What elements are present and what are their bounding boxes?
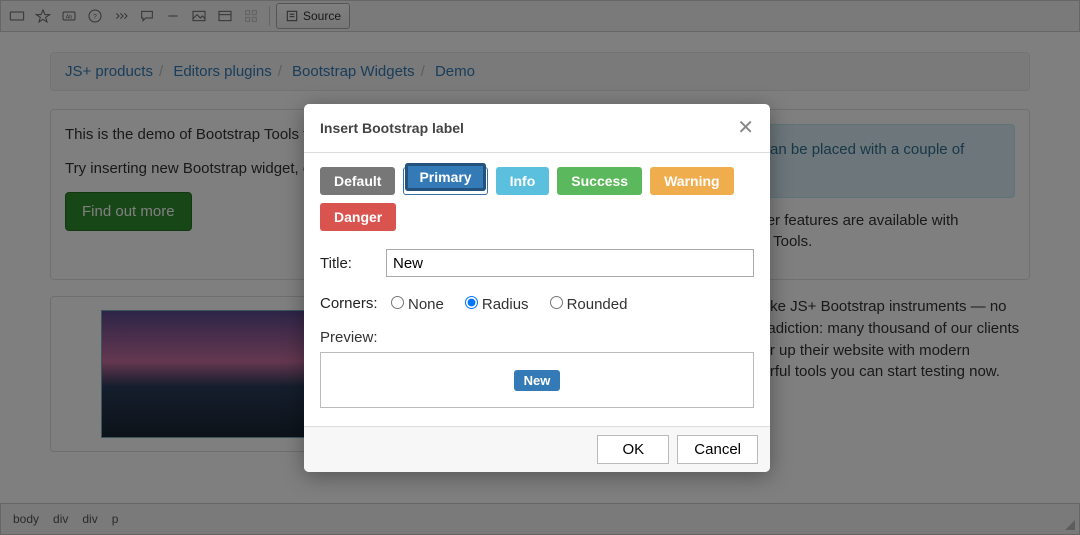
preview-badge: New (514, 370, 561, 391)
cancel-button[interactable]: Cancel (677, 435, 758, 464)
preview-label: Preview: (320, 329, 754, 346)
style-picker: Default Primary Info Success Warning Dan… (320, 167, 754, 231)
style-option-success[interactable]: Success (557, 167, 642, 195)
corner-option-rounded[interactable]: Rounded (545, 293, 628, 313)
title-input[interactable] (386, 249, 754, 277)
dialog-footer: OK Cancel (304, 426, 770, 472)
corners-row: Corners: None Radius Rounded (320, 293, 754, 313)
style-option-danger[interactable]: Danger (320, 203, 396, 231)
style-option-warning[interactable]: Warning (650, 167, 733, 195)
corner-option-radius[interactable]: Radius (460, 293, 529, 313)
radio-radius[interactable] (465, 296, 478, 309)
corner-option-none[interactable]: None (386, 293, 444, 313)
dialog-header: Insert Bootstrap label ✕ (304, 104, 770, 153)
ok-button[interactable]: OK (597, 435, 669, 464)
radio-rounded[interactable] (550, 296, 563, 309)
close-icon[interactable]: ✕ (737, 118, 754, 138)
corners-label: Corners: (320, 295, 386, 312)
page-root: Ab ? Source JS+ products/ Editors plugin… (0, 0, 1080, 535)
style-option-primary[interactable]: Primary (405, 163, 485, 191)
style-option-default[interactable]: Default (320, 167, 395, 195)
radio-none[interactable] (391, 296, 404, 309)
preview-box: New (320, 352, 754, 408)
title-label: Title: (320, 255, 386, 272)
style-option-info[interactable]: Info (496, 167, 550, 195)
insert-label-dialog: Insert Bootstrap label ✕ Default Primary… (304, 104, 770, 472)
dialog-title: Insert Bootstrap label (320, 120, 464, 136)
